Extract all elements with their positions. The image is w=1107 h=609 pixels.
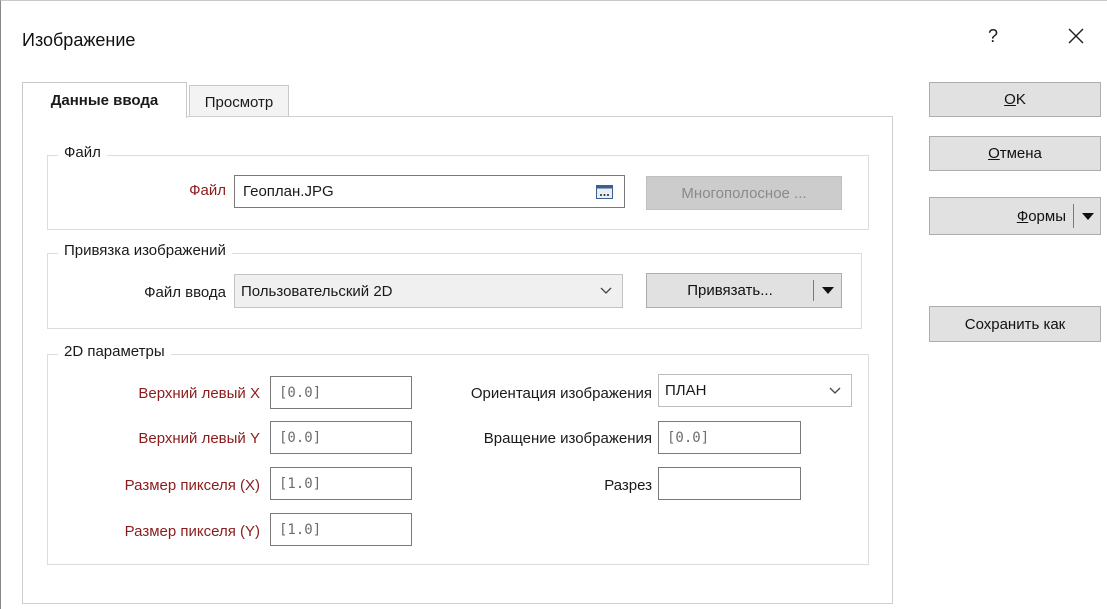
input-file-select[interactable]: Пользовательский 2D (234, 274, 623, 308)
forms-split-button[interactable]: Формы (929, 197, 1101, 235)
split-divider (813, 280, 814, 301)
cancel-button[interactable]: Отмена (929, 136, 1101, 171)
ok-button[interactable]: OK (929, 82, 1101, 117)
orientation-select-value: ПЛАН (665, 382, 707, 399)
tab-preview[interactable]: Просмотр (189, 85, 289, 118)
orientation-label: Ориентация изображения (470, 385, 652, 402)
rotation-field[interactable]: [0.0] (658, 421, 801, 454)
tab-input-data[interactable]: Данные ввода (22, 82, 187, 118)
file-input-value: Геоплан.JPG (243, 183, 334, 200)
multiband-button[interactable]: Многополосное ... (646, 176, 842, 210)
forms-label-rest: ормы (1028, 208, 1066, 225)
dropdown-arrow-icon[interactable] (822, 287, 834, 294)
file-input[interactable]: Геоплан.JPG (234, 175, 625, 208)
input-file-label: Файл ввода (144, 284, 226, 301)
file-group-title: Файл (58, 144, 107, 161)
top-left-x-field[interactable]: [0.0] (270, 376, 412, 409)
file-label: Файл (189, 182, 226, 199)
section-label: Разрез (604, 477, 652, 494)
dialog-title: Изображение (22, 30, 136, 50)
chevron-down-icon (600, 287, 612, 294)
chevron-down-icon (829, 387, 841, 394)
split-divider (1073, 204, 1074, 228)
bind-button-label: Привязать... (687, 282, 773, 299)
params-group-title: 2D параметры (58, 343, 171, 360)
dropdown-arrow-icon[interactable] (1082, 213, 1094, 220)
forms-button-label: Формы (930, 208, 1066, 225)
rotation-label: Вращение изображения (483, 430, 652, 447)
pixel-size-y-label: Размер пикселя (Y) (124, 523, 260, 540)
input-file-select-value: Пользовательский 2D (241, 282, 393, 300)
section-field[interactable] (658, 467, 801, 500)
top-left-y-field[interactable]: [0.0] (270, 421, 412, 454)
cancel-mnemonic: О (988, 145, 1000, 162)
help-button[interactable]: ? (988, 26, 998, 47)
pixel-size-x-field[interactable]: [1.0] (270, 467, 412, 500)
top-left-y-label: Верхний левый Y (138, 430, 260, 447)
ok-mnemonic: O (1004, 91, 1016, 108)
ok-label-rest: K (1015, 91, 1026, 108)
close-icon (1068, 28, 1084, 44)
save-as-button[interactable]: Сохранить как (929, 306, 1101, 342)
bind-split-button[interactable]: Привязать... (646, 273, 842, 308)
binding-group-title: Привязка изображений (58, 242, 232, 259)
close-button[interactable] (1062, 22, 1090, 50)
orientation-select[interactable]: ПЛАН (658, 374, 852, 407)
pixel-size-y-field[interactable]: [1.0] (270, 513, 412, 546)
forms-mnemonic: Ф (1016, 208, 1029, 225)
top-left-x-label: Верхний левый X (138, 385, 260, 402)
cancel-label-rest: тмена (999, 145, 1042, 162)
browse-icon[interactable] (596, 184, 614, 200)
pixel-size-x-label: Размер пикселя (X) (124, 477, 260, 494)
